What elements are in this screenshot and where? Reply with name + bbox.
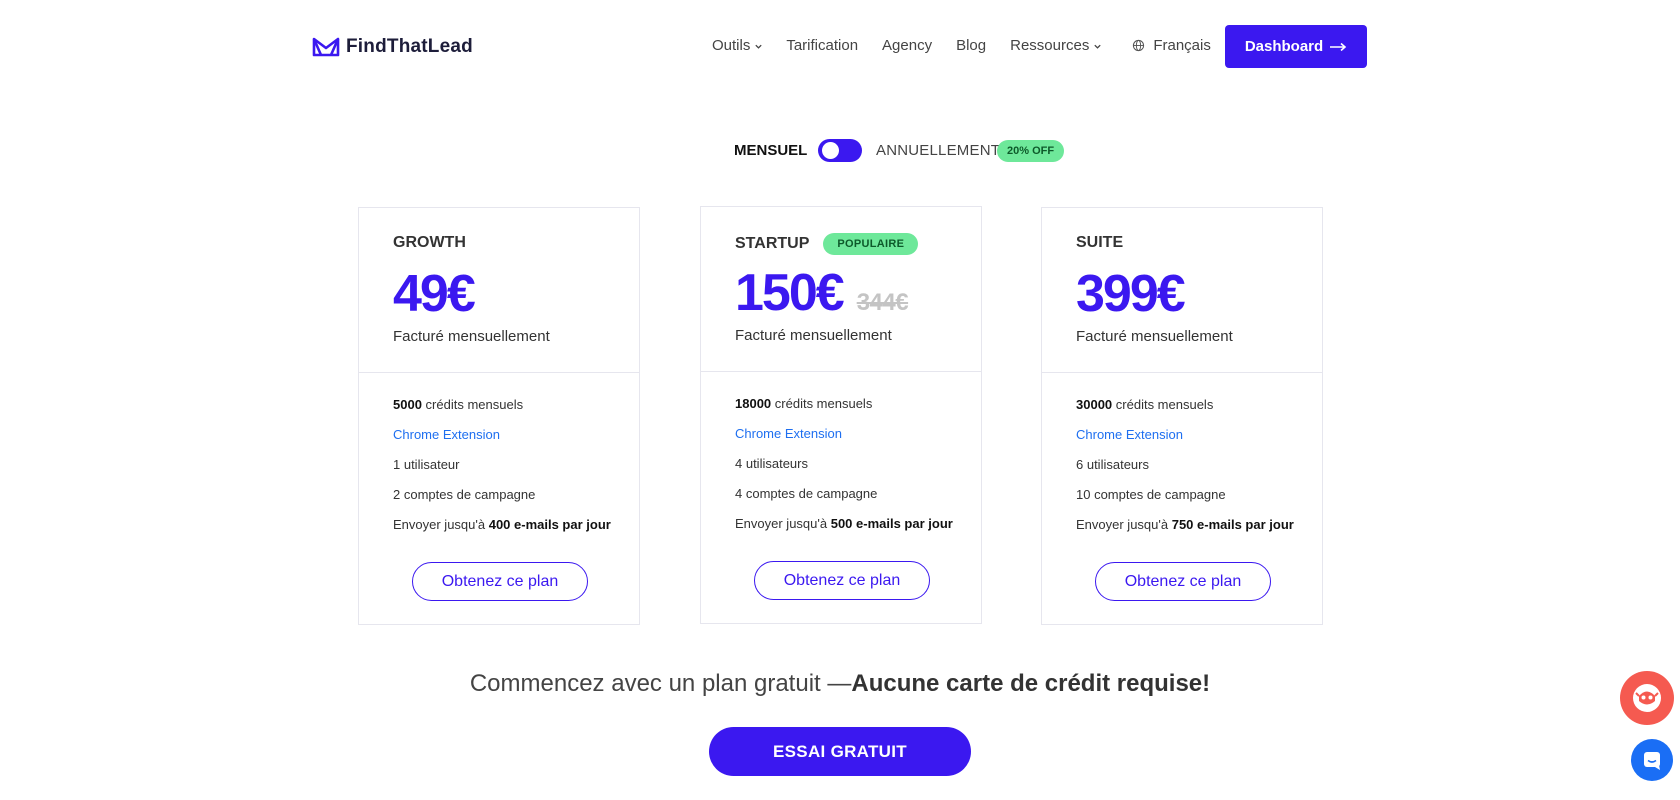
feature-campaigns: 4 comptes de campagne xyxy=(735,486,878,501)
feature-chrome-extension[interactable]: Chrome Extension xyxy=(1076,425,1322,455)
nav-ressources[interactable]: Ressources xyxy=(1010,37,1102,54)
price-row: 49€ xyxy=(393,264,476,324)
chat-icon xyxy=(1644,752,1660,770)
nav-outils[interactable]: Outils xyxy=(712,37,763,54)
feature-chrome-extension[interactable]: Chrome Extension xyxy=(735,424,981,454)
billing-note: Facturé mensuellement xyxy=(1076,328,1233,345)
plan-card-header: GROWTH 49€ Facturé mensuellement xyxy=(359,208,639,373)
discount-badge: 20% OFF xyxy=(997,140,1065,162)
credits-value: 18000 xyxy=(735,396,772,411)
plan-title-row: STARTUP POPULAIRE xyxy=(735,233,919,255)
bot-widget[interactable] xyxy=(1620,671,1674,725)
plan-title-row: GROWTH xyxy=(393,234,466,252)
send-value: 400 e-mails par jour xyxy=(488,517,611,532)
chevron-down-icon xyxy=(755,44,762,49)
plan-price: 399€ xyxy=(1076,265,1186,323)
plan-price: 150€ xyxy=(735,264,845,322)
old-price: 344€ xyxy=(856,289,909,316)
chevron-down-icon xyxy=(1094,44,1101,49)
credits-label: crédits mensuels xyxy=(425,397,524,412)
free-trial-button[interactable]: ESSAI GRATUIT xyxy=(709,727,971,776)
language-selector[interactable]: Français xyxy=(1132,37,1211,54)
dashboard-label: Dashboard xyxy=(1244,38,1324,55)
feature-list: 18000 crédits mensuels Chrome Extension … xyxy=(701,372,981,544)
language-label: Français xyxy=(1153,37,1211,54)
feature-campaigns: 2 comptes de campagne xyxy=(393,487,536,502)
nav-agency[interactable]: Agency xyxy=(882,37,932,54)
send-value: 500 e-mails par jour xyxy=(830,516,953,531)
plan-title-row: SUITE xyxy=(1076,234,1123,252)
feature-credits: 30000 crédits mensuels xyxy=(1076,395,1322,425)
billing-note: Facturé mensuellement xyxy=(735,327,892,344)
plan-card-startup: STARTUP POPULAIRE 150€ 344€ Facturé mens… xyxy=(700,206,982,624)
feature-users: 4 utilisateurs xyxy=(735,456,808,471)
credits-label: crédits mensuels xyxy=(774,396,873,411)
main-nav: Outils Tarification Agency Blog Ressourc… xyxy=(712,37,1211,54)
findthatlead-logo-icon xyxy=(312,37,340,57)
billing-note: Facturé mensuellement xyxy=(393,328,550,345)
bot-icon xyxy=(1633,684,1661,712)
plan-name: STARTUP xyxy=(735,235,810,252)
feature-list: 30000 crédits mensuels Chrome Extension … xyxy=(1042,373,1322,545)
plan-name: GROWTH xyxy=(393,234,466,251)
price-row: 399€ xyxy=(1076,264,1186,324)
get-plan-button-startup[interactable]: Obtenez ce plan xyxy=(754,561,930,600)
feature-users: 6 utilisateurs xyxy=(1076,457,1149,472)
site-header: FindThatLead Outils Tarification Agency … xyxy=(0,0,1680,95)
plan-card-header: STARTUP POPULAIRE 150€ 344€ Facturé mens… xyxy=(701,207,981,372)
feature-campaigns: 10 comptes de campagne xyxy=(1076,487,1226,502)
globe-icon xyxy=(1133,39,1145,52)
free-plan-text-bold: Aucune carte de crédit requise! xyxy=(851,670,1211,697)
monthly-label[interactable]: MENSUEL xyxy=(734,142,807,159)
free-plan-text: Commencez avec un plan gratuit —Aucune c… xyxy=(0,670,1680,698)
free-plan-text-start: Commencez avec un plan gratuit — xyxy=(469,670,852,697)
arrow-right-icon xyxy=(1330,42,1347,51)
nav-agency-label: Agency xyxy=(882,37,933,54)
logo[interactable]: FindThatLead xyxy=(312,36,473,58)
feature-list: 5000 crédits mensuels Chrome Extension 1… xyxy=(359,373,639,545)
get-plan-button-suite[interactable]: Obtenez ce plan xyxy=(1095,562,1271,601)
send-prefix: Envoyer jusqu'à xyxy=(735,516,828,531)
switch-knob xyxy=(822,142,839,159)
dashboard-button[interactable]: Dashboard xyxy=(1225,25,1367,68)
feature-chrome-extension[interactable]: Chrome Extension xyxy=(393,425,639,455)
plan-card-growth: GROWTH 49€ Facturé mensuellement 5000 cr… xyxy=(358,207,640,625)
price-row: 150€ 344€ xyxy=(735,263,909,323)
feature-credits: 5000 crédits mensuels xyxy=(393,395,639,425)
send-value: 750 e-mails par jour xyxy=(1171,517,1294,532)
feature-credits: 18000 crédits mensuels xyxy=(735,394,981,424)
plan-price: 49€ xyxy=(393,265,476,323)
nav-blog-label: Blog xyxy=(956,37,987,54)
plan-name: SUITE xyxy=(1076,234,1124,251)
nav-tarification[interactable]: Tarification xyxy=(786,37,858,54)
send-prefix: Envoyer jusqu'à xyxy=(1076,517,1169,532)
send-prefix: Envoyer jusqu'à xyxy=(393,517,486,532)
credits-value: 5000 xyxy=(393,397,422,412)
feature-send-limit: Envoyer jusqu'à 400 e-mails par jour xyxy=(393,515,639,545)
chat-widget[interactable] xyxy=(1631,739,1673,781)
billing-toggle-row: MENSUEL ANNUELLEMENT 20% OFF xyxy=(0,138,1680,164)
nav-tarification-label: Tarification xyxy=(786,37,859,54)
feature-send-limit: Envoyer jusqu'à 500 e-mails par jour xyxy=(735,514,981,544)
feature-send-limit: Envoyer jusqu'à 750 e-mails par jour xyxy=(1076,515,1322,545)
nav-blog[interactable]: Blog xyxy=(956,37,986,54)
logo-text: FindThatLead xyxy=(346,36,473,57)
credits-value: 30000 xyxy=(1076,397,1113,412)
nav-ressources-label: Ressources xyxy=(1010,37,1090,54)
popular-badge: POPULAIRE xyxy=(823,233,919,255)
nav-outils-label: Outils xyxy=(712,37,751,54)
get-plan-button-growth[interactable]: Obtenez ce plan xyxy=(412,562,588,601)
plan-card-suite: SUITE 399€ Facturé mensuellement 30000 c… xyxy=(1041,207,1323,625)
billing-switch[interactable] xyxy=(818,139,862,162)
plan-card-header: SUITE 399€ Facturé mensuellement xyxy=(1042,208,1322,373)
annual-label[interactable]: ANNUELLEMENT xyxy=(876,142,1000,159)
feature-users: 1 utilisateur xyxy=(393,457,460,472)
credits-label: crédits mensuels xyxy=(1115,397,1214,412)
